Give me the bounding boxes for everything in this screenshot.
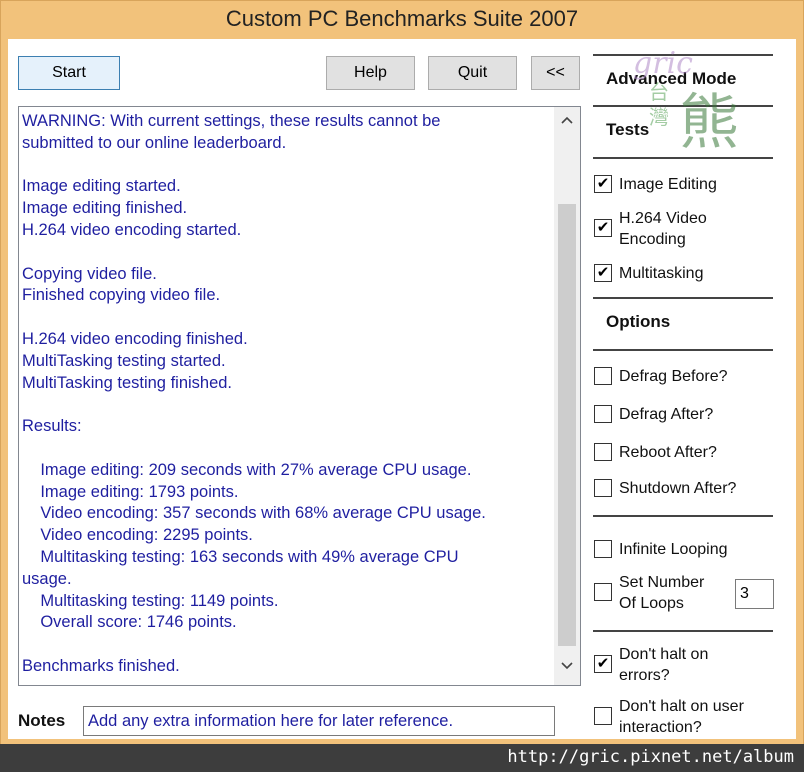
divider (593, 349, 773, 351)
checkbox-label: Don't halt on user interaction? (619, 698, 744, 736)
collapse-button[interactable]: << (531, 56, 580, 90)
checkbox-set-number-of-loops[interactable]: Set Number Of Loops (594, 572, 724, 616)
advanced-mode-title[interactable]: Advanced Mode (606, 69, 736, 89)
checkbox-label: Image Editing (619, 176, 717, 193)
checkbox-unchecked-icon[interactable] (594, 707, 612, 725)
quit-button[interactable]: Quit (428, 56, 517, 90)
results-log[interactable]: WARNING: With current settings, these re… (18, 106, 581, 686)
chevron-up-icon[interactable] (554, 109, 580, 135)
checkbox-label: Shutdown After? (619, 480, 737, 497)
checkbox-h264-video-encoding[interactable]: ✔ H.264 Video Encoding (594, 208, 774, 252)
checkbox-unchecked-icon[interactable] (594, 540, 612, 558)
window-title: Custom PC Benchmarks Suite 2007 (225, 6, 579, 31)
divider (593, 157, 773, 159)
checkbox-label: Multitasking (619, 265, 704, 282)
app-window: Custom PC Benchmarks Suite 2007 Start He… (0, 0, 804, 746)
chevron-down-icon[interactable] (554, 655, 580, 681)
checkbox-label: H.264 Video Encoding (619, 210, 707, 248)
results-log-text: WARNING: With current settings, these re… (22, 112, 486, 675)
footer-url: http://gric.pixnet.net/album (507, 747, 794, 767)
checkbox-label: Don't halt on errors? (619, 646, 709, 684)
checkbox-shutdown-after[interactable]: Shutdown After? (594, 478, 774, 500)
checkbox-label: Infinite Looping (619, 541, 728, 558)
checkbox-defrag-before[interactable]: Defrag Before? (594, 366, 774, 388)
checkbox-unchecked-icon[interactable] (594, 583, 612, 601)
checkbox-label: Reboot After? (619, 444, 717, 461)
footer-bar: http://gric.pixnet.net/album (0, 744, 804, 772)
checkbox-unchecked-icon[interactable] (594, 405, 612, 423)
checkbox-checked-icon[interactable]: ✔ (594, 219, 612, 237)
divider (593, 105, 773, 107)
checkbox-defrag-after[interactable]: Defrag After? (594, 404, 774, 426)
options-title: Options (606, 312, 671, 331)
start-button[interactable]: Start (18, 56, 120, 90)
divider (593, 630, 773, 632)
checkbox-reboot-after[interactable]: Reboot After? (594, 442, 774, 464)
checkbox-image-editing[interactable]: ✔ Image Editing (594, 174, 774, 196)
help-button[interactable]: Help (326, 56, 415, 90)
checkbox-unchecked-icon[interactable] (594, 479, 612, 497)
checkbox-unchecked-icon[interactable] (594, 443, 612, 461)
checkbox-dont-halt-errors[interactable]: ✔ Don't halt on errors? (594, 644, 774, 688)
divider (593, 515, 773, 517)
checkbox-dont-halt-interaction[interactable]: Don't halt on user interaction? (594, 696, 774, 740)
notes-label: Notes (18, 711, 66, 730)
loops-count-input[interactable]: 3 (735, 579, 774, 609)
checkbox-checked-icon[interactable]: ✔ (594, 175, 612, 193)
divider (593, 54, 773, 56)
checkbox-unchecked-icon[interactable] (594, 367, 612, 385)
divider (593, 297, 773, 299)
checkbox-multitasking[interactable]: ✔ Multitasking (594, 263, 774, 285)
tests-title: Tests (606, 120, 650, 139)
checkbox-label: Set Number Of Loops (619, 574, 705, 612)
checkbox-checked-icon[interactable]: ✔ (594, 655, 612, 673)
checkbox-label: Defrag Before? (619, 368, 728, 385)
log-scrollbar[interactable] (554, 107, 580, 685)
checkbox-label: Defrag After? (619, 406, 714, 423)
client-area: Start Help Quit << WARNING: With current… (8, 39, 796, 739)
checkbox-checked-icon[interactable]: ✔ (594, 264, 612, 282)
notes-input[interactable]: Add any extra information here for later… (83, 706, 555, 736)
checkbox-infinite-looping[interactable]: Infinite Looping (594, 539, 774, 561)
scrollbar-thumb[interactable] (558, 204, 576, 646)
